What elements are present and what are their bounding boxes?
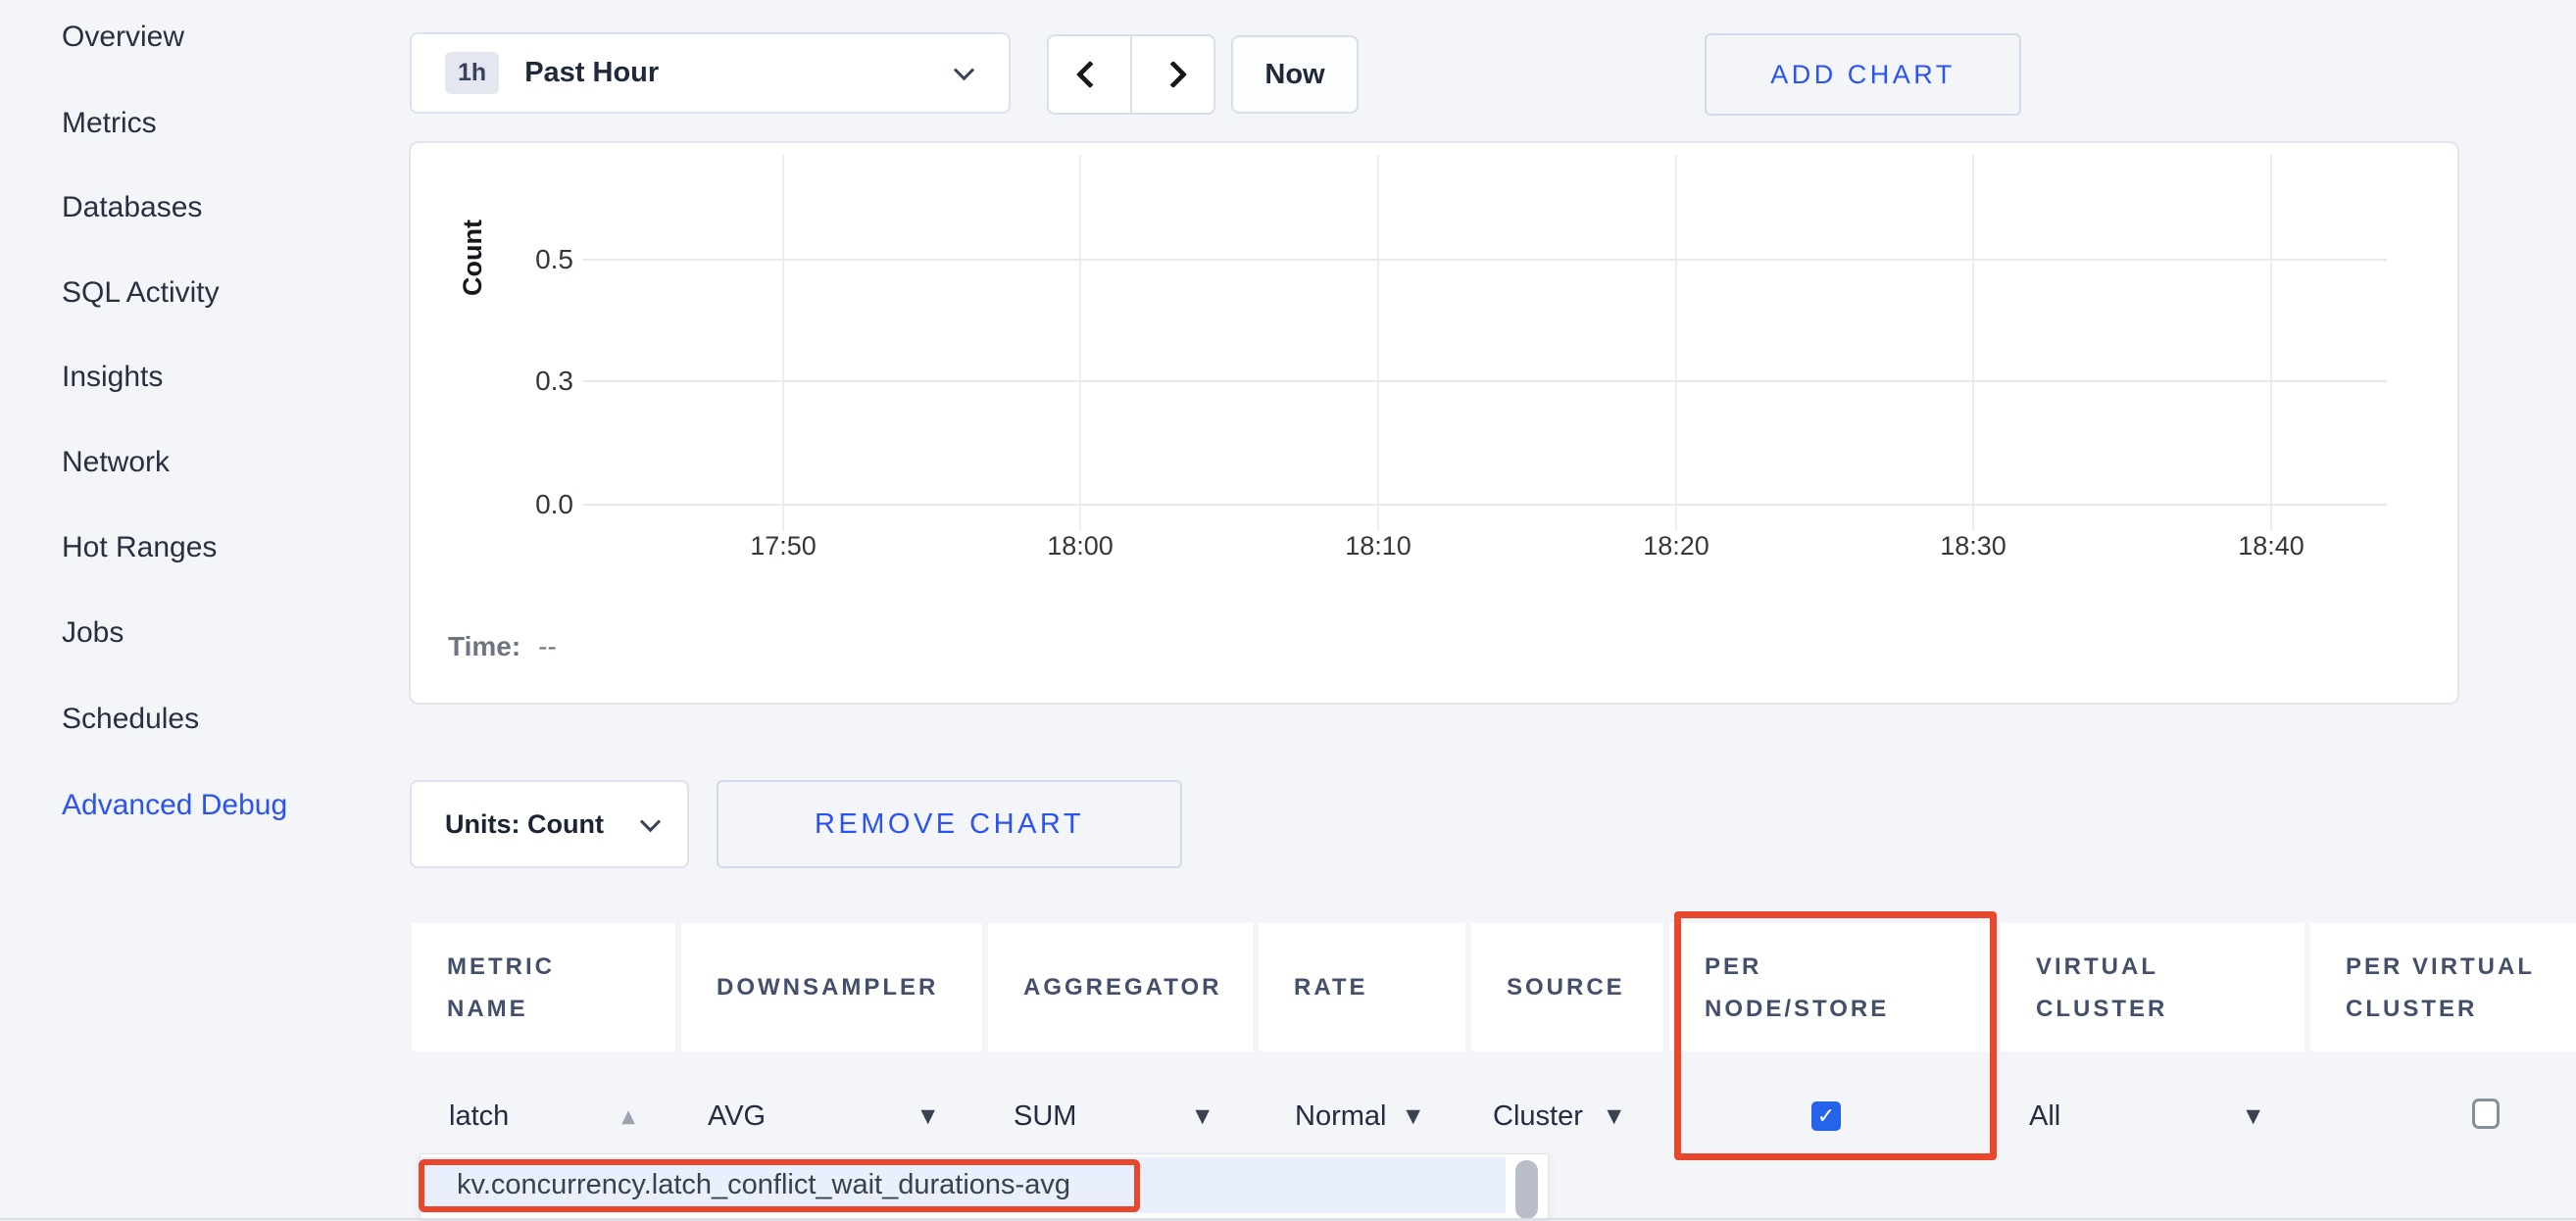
triangle-down-icon: ▼ bbox=[1195, 1105, 1210, 1127]
x-tick-1830: 18:30 bbox=[1905, 531, 2042, 562]
time-step-forward-button[interactable] bbox=[1131, 34, 1215, 115]
gridline-vertical bbox=[1675, 155, 1677, 531]
column-header-virtual-cluster: VIRTUAL CLUSTER bbox=[2001, 923, 2304, 1051]
sidebar-item-metrics[interactable]: Metrics bbox=[62, 106, 157, 141]
time-label: Time: bbox=[448, 631, 520, 661]
per-node-store-checkbox[interactable]: ✓ bbox=[1811, 1101, 1841, 1131]
aggregator-select[interactable]: SUM ▼ bbox=[1014, 1096, 1210, 1137]
gridline-horizontal bbox=[583, 259, 2387, 261]
triangle-down-icon: ▼ bbox=[2246, 1105, 2260, 1127]
gridline-vertical bbox=[1377, 155, 1379, 531]
gridline-vertical bbox=[782, 155, 784, 531]
column-header-metric-name: METRIC NAME bbox=[412, 923, 675, 1051]
chevron-down-icon bbox=[640, 811, 661, 832]
metric-suggestions-menu: kv.concurrency.latch_conflict_wait_durat… bbox=[420, 1153, 1549, 1221]
triangle-down-icon: ▼ bbox=[1607, 1105, 1621, 1127]
sidebar-item-network[interactable]: Network bbox=[62, 445, 170, 480]
sidebar-item-advanced-debug[interactable]: Advanced Debug bbox=[62, 788, 287, 823]
time-step-controls bbox=[1047, 34, 1215, 115]
units-select[interactable]: Units: Count bbox=[410, 780, 689, 868]
add-chart-button[interactable]: ADD CHART bbox=[1705, 33, 2021, 116]
chevron-down-icon bbox=[954, 60, 974, 80]
chart-hover-time: Time: -- bbox=[448, 631, 557, 662]
sidebar-item-schedules[interactable]: Schedules bbox=[62, 702, 199, 737]
gridline-vertical bbox=[2270, 155, 2272, 531]
triangle-down-icon: ▼ bbox=[920, 1105, 935, 1127]
time-range-label: Past Hour bbox=[524, 57, 659, 89]
remove-chart-button[interactable]: REMOVE CHART bbox=[717, 780, 1182, 868]
time-range-badge: 1h bbox=[445, 52, 499, 94]
gridline-vertical bbox=[1972, 155, 1974, 531]
virtual-cluster-select[interactable]: All ▼ bbox=[2029, 1096, 2260, 1137]
x-tick-1750: 17:50 bbox=[715, 531, 852, 562]
downsampler-select[interactable]: AVG ▼ bbox=[708, 1096, 935, 1137]
column-header-aggregator: AGGREGATOR bbox=[988, 923, 1253, 1051]
x-tick-1820: 18:20 bbox=[1608, 531, 1745, 562]
time-value: -- bbox=[538, 631, 557, 661]
custom-chart-card: Count 0.5 0.3 0.0 17:50 18:00 18:10 18:2… bbox=[409, 141, 2459, 705]
triangle-up-icon: ▲ bbox=[621, 1106, 635, 1127]
sidebar-item-overview[interactable]: Overview bbox=[62, 20, 184, 55]
x-tick-1800: 18:00 bbox=[1012, 531, 1149, 562]
check-icon: ✓ bbox=[1817, 1104, 1835, 1129]
gridline-horizontal bbox=[583, 504, 2387, 506]
x-tick-1810: 18:10 bbox=[1310, 531, 1447, 562]
gridline-vertical bbox=[1079, 155, 1081, 531]
units-label: Units: Count bbox=[445, 809, 604, 840]
gridline-horizontal bbox=[583, 380, 2387, 382]
time-step-back-button[interactable] bbox=[1047, 34, 1131, 115]
y-tick-0-0: 0.0 bbox=[456, 490, 573, 519]
source-select[interactable]: Cluster ▼ bbox=[1493, 1096, 1621, 1137]
sidebar-item-sql-activity[interactable]: SQL Activity bbox=[62, 275, 220, 311]
chevron-right-icon bbox=[1159, 61, 1186, 88]
metric-name-input[interactable]: latch ▲ bbox=[449, 1096, 635, 1137]
triangle-down-icon: ▼ bbox=[1406, 1105, 1420, 1127]
column-header-per-node-store: PER NODE/STORE bbox=[1669, 923, 1995, 1051]
sidebar-item-insights[interactable]: Insights bbox=[62, 360, 163, 395]
column-header-per-virtual-cluster: PER VIRTUAL CLUSTER bbox=[2310, 923, 2576, 1051]
now-button[interactable]: Now bbox=[1231, 35, 1359, 114]
dropdown-scrollbar-thumb[interactable] bbox=[1515, 1160, 1538, 1219]
sidebar-item-databases[interactable]: Databases bbox=[62, 190, 202, 225]
sidebar-item-jobs[interactable]: Jobs bbox=[62, 615, 124, 651]
chevron-left-icon bbox=[1075, 61, 1103, 88]
sidebar-item-hot-ranges[interactable]: Hot Ranges bbox=[62, 530, 217, 565]
y-tick-0-5: 0.5 bbox=[456, 245, 573, 274]
viewport-bottom-edge bbox=[0, 1218, 2576, 1220]
per-virtual-cluster-checkbox[interactable] bbox=[2472, 1099, 2500, 1129]
column-header-rate: RATE bbox=[1259, 923, 1465, 1051]
metric-suggestion-option[interactable]: kv.concurrency.latch_conflict_wait_durat… bbox=[421, 1157, 1506, 1213]
time-range-select[interactable]: 1h Past Hour bbox=[410, 32, 1011, 114]
column-header-source: SOURCE bbox=[1471, 923, 1663, 1051]
column-header-downsampler: DOWNSAMPLER bbox=[681, 923, 982, 1051]
rate-select[interactable]: Normal ▼ bbox=[1295, 1096, 1420, 1137]
y-tick-0-3: 0.3 bbox=[456, 366, 573, 396]
x-tick-1840: 18:40 bbox=[2203, 531, 2340, 562]
